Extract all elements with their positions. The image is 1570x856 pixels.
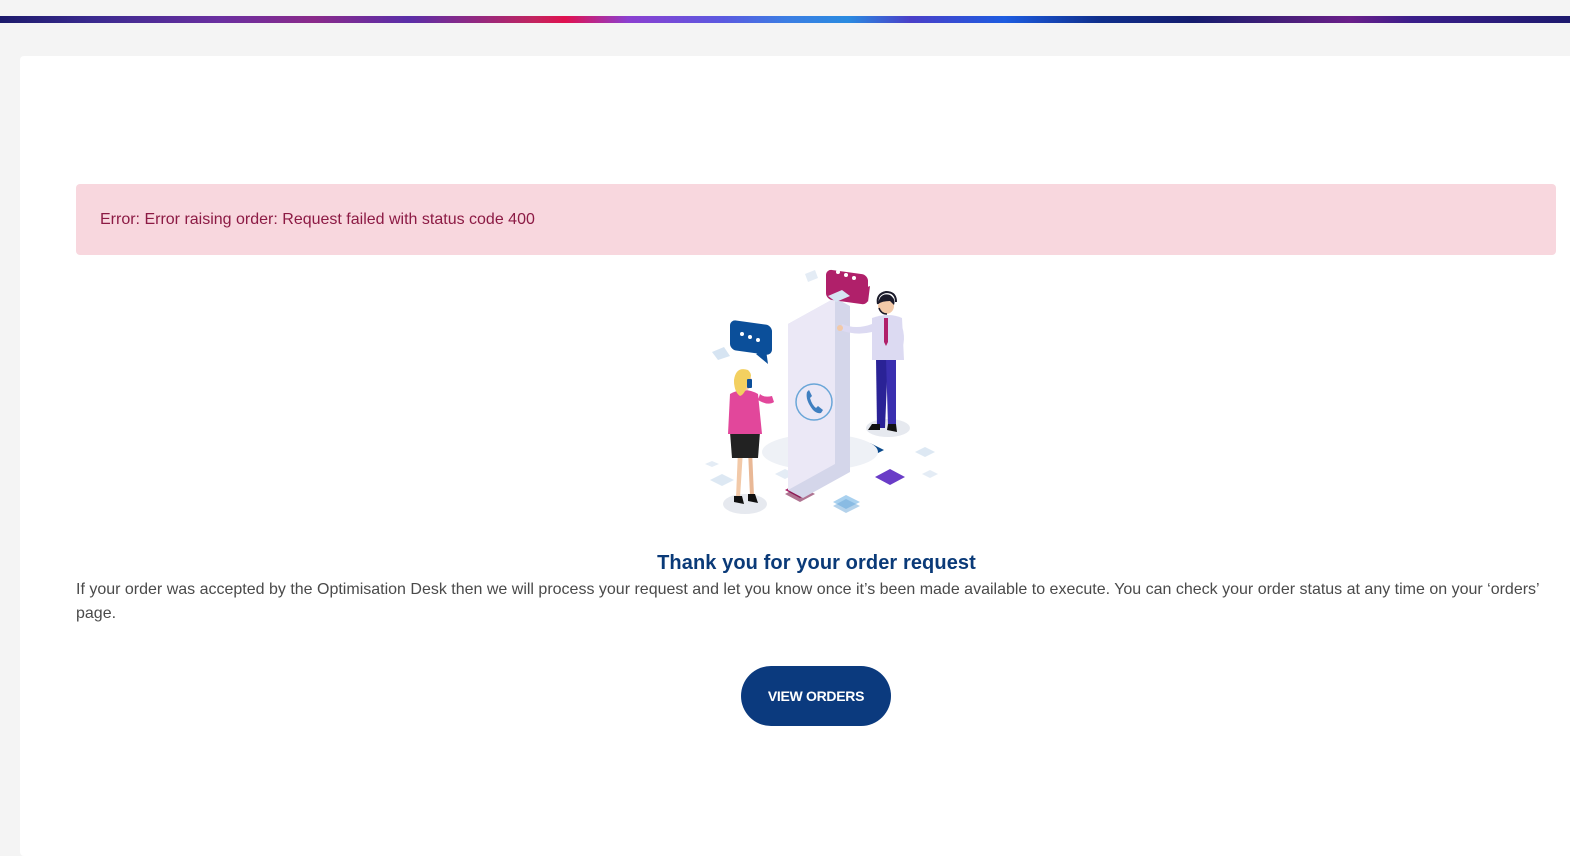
confirmation-title: Thank you for your order request: [657, 552, 976, 574]
chat-bubble-blue-icon: [730, 320, 772, 364]
chat-bubble-pink-icon: [826, 269, 870, 305]
brand-gradient-stripe: [0, 16, 1570, 23]
error-alert: Error: Error raising order: Request fail…: [76, 184, 1556, 255]
view-orders-button[interactable]: VIEW ORDERS: [741, 666, 891, 726]
woman-figure-icon: [723, 369, 774, 514]
customer-support-phone-icon: [690, 252, 950, 522]
error-message: Error: Error raising order: Request fail…: [100, 210, 535, 228]
confirmation-message: If your order was accepted by the Optimi…: [76, 581, 1540, 622]
